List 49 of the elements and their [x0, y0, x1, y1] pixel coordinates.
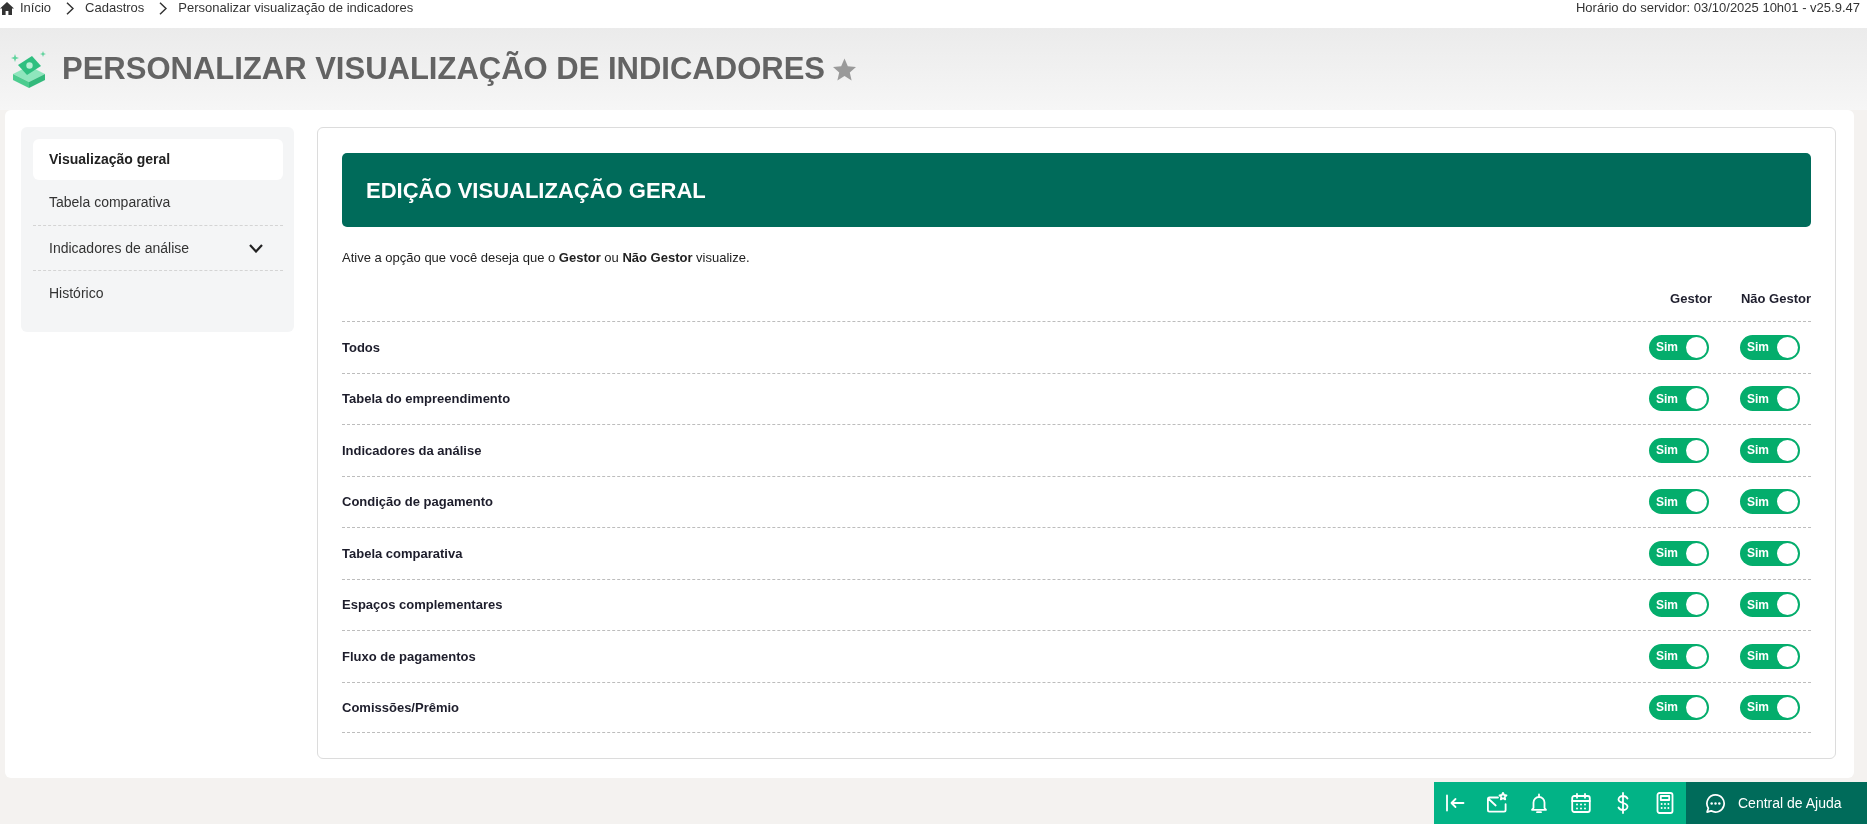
page-title: PERSONALIZAR VISUALIZAÇÃO DE INDICADORES [62, 50, 825, 88]
toggle-switch[interactable]: Sim [1740, 334, 1800, 360]
toggle-switch[interactable]: Sim [1649, 540, 1709, 566]
chevron-right-icon [159, 1, 168, 15]
toggle-switch[interactable]: Sim [1740, 643, 1800, 669]
row-label: Comissões/Prêmio [342, 699, 460, 715]
breadcrumb-link[interactable]: Personalizar visualização de indicadores [178, 0, 414, 16]
column-header: Não Gestor [1740, 291, 1811, 306]
column-header: Gestor [1670, 291, 1712, 306]
sidebar-item[interactable]: Tabela comparativa [33, 180, 283, 225]
toggle-switch[interactable]: Sim [1649, 437, 1709, 463]
toggle-switch[interactable]: Sim [1649, 643, 1709, 669]
chat-bubble-icon [1705, 792, 1726, 814]
home-icon [0, 1, 14, 15]
row-label: Condição de pagamento [342, 494, 493, 509]
instruction-text: Ative a opção que você deseja que o Gestor ou Não Gestor visualize. [342, 249, 751, 267]
toggle-switch[interactable]: Sim [1649, 334, 1709, 360]
toggle-switch[interactable]: Sim [1740, 592, 1800, 618]
row-label: Fluxo de pagamentos [342, 648, 476, 664]
toggle-switch[interactable]: Sim [1740, 540, 1800, 566]
row-label: Tabela comparativa [342, 545, 463, 561]
bell-icon [1528, 792, 1550, 814]
toggle-switch[interactable]: Sim [1740, 386, 1800, 412]
chevron-right-icon [66, 1, 75, 15]
section-title: EDIÇÃO VISUALIZAÇÃO GERAL [366, 176, 706, 205]
calendar-icon [1570, 792, 1592, 814]
toggle-switch[interactable]: Sim [1649, 386, 1709, 412]
toggle-switch[interactable]: Sim [1649, 694, 1709, 720]
row-label: Espaços complementares [342, 597, 503, 612]
sidebar-item[interactable]: Visualização geral [33, 139, 283, 180]
breadcrumb-link[interactable]: Cadastros [85, 0, 145, 16]
calculator-icon [1654, 792, 1676, 814]
server-time-text: Horário do servidor: 03/10/2025 10h01 - v25.9.47 [1575, 0, 1860, 15]
toggle-switch[interactable]: Sim [1740, 694, 1800, 720]
breadcrumb-link[interactable]: Início [0, 0, 52, 16]
row-label: Tabela do empreendimento [342, 391, 511, 406]
sidebar-item[interactable]: Indicadores de análise [33, 225, 283, 270]
toggle-switch[interactable]: Sim [1649, 489, 1709, 515]
cash-box-icon [10, 50, 48, 88]
toggle-switch[interactable]: Sim [1649, 592, 1709, 618]
envelope-star-icon [1486, 792, 1508, 814]
toggle-switch[interactable]: Sim [1740, 489, 1800, 515]
row-label: Todos [342, 339, 381, 355]
row-label: Indicadores da análise [342, 442, 482, 458]
favorite-star-icon[interactable] [833, 57, 856, 81]
sidebar-item[interactable]: Histórico [33, 270, 283, 315]
help-center-button[interactable]: Central de Ajuda [1686, 782, 1867, 824]
arrow-left-bar-icon [1444, 792, 1466, 814]
toggle-switch[interactable]: Sim [1740, 437, 1800, 463]
